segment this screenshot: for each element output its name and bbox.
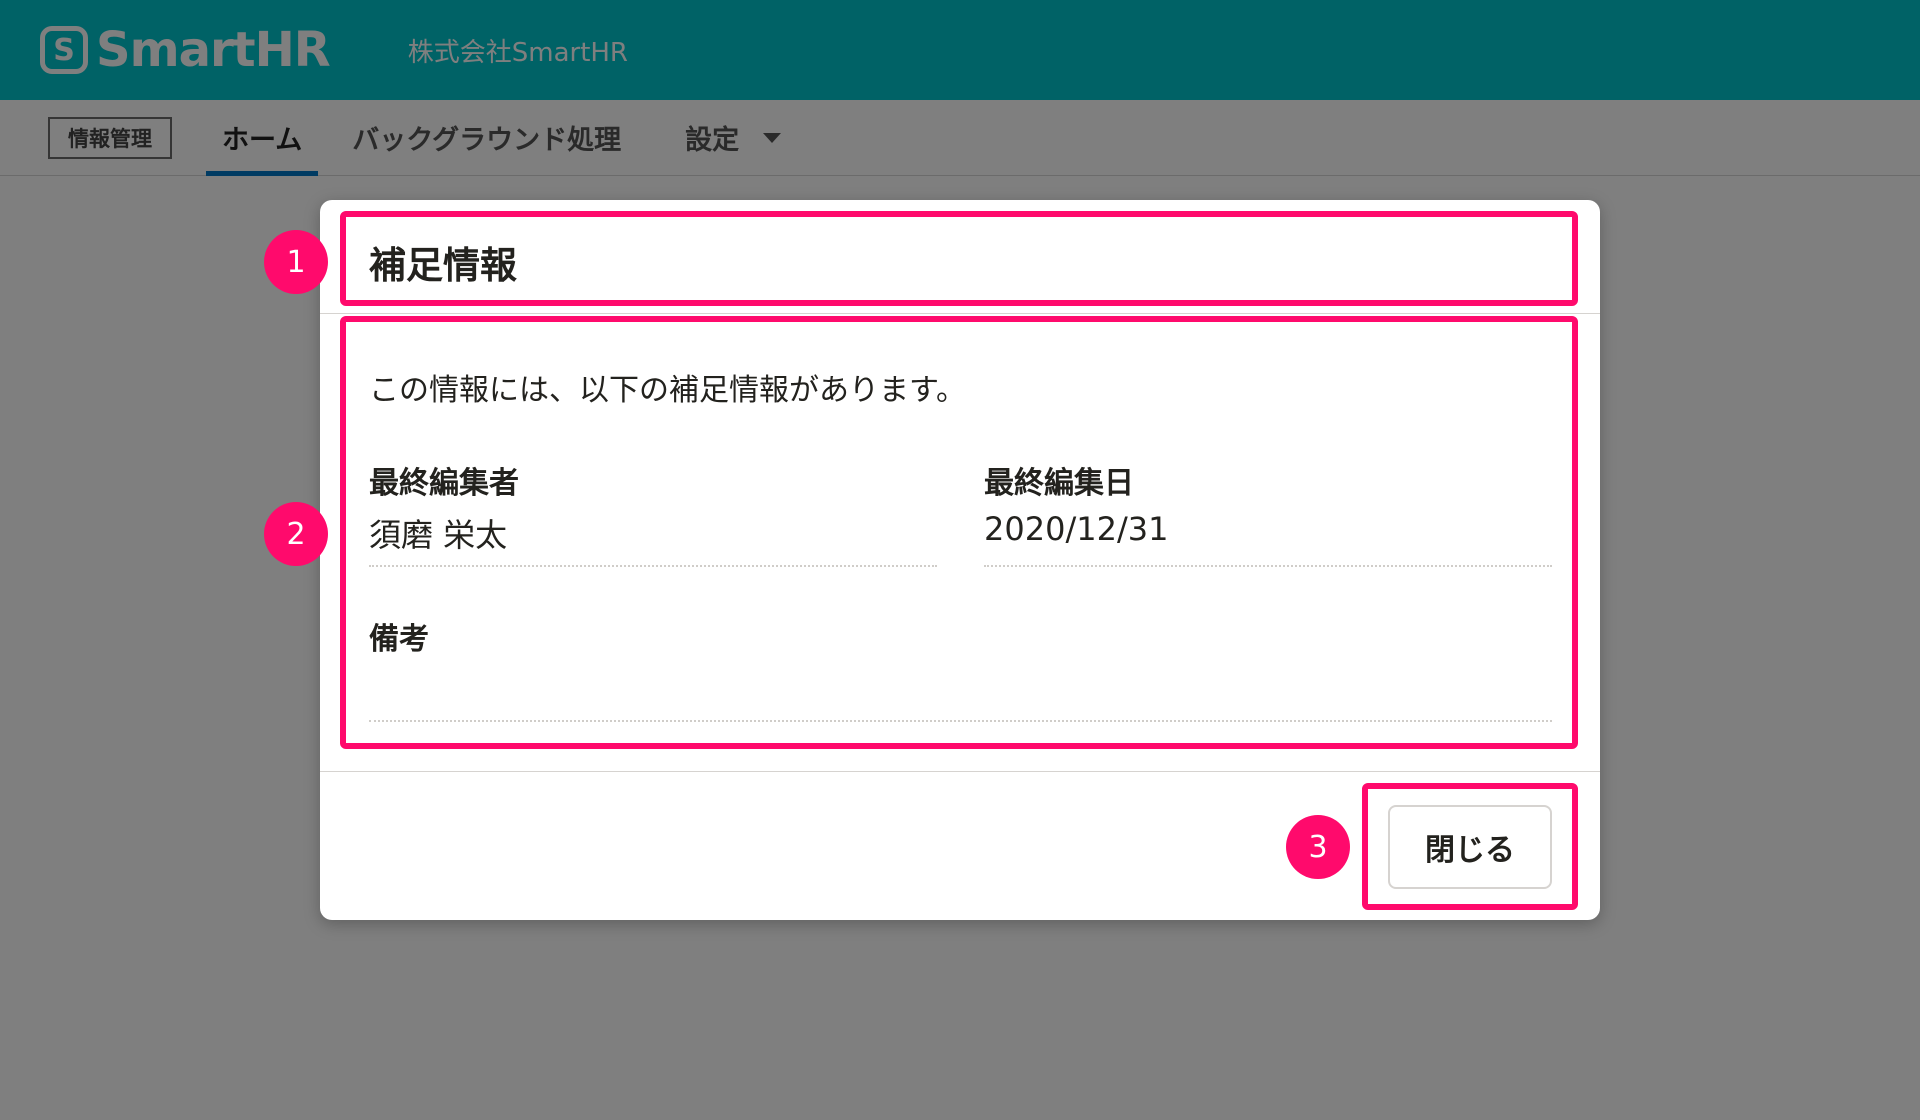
dialog-footer-divider: [320, 771, 1600, 772]
app-root: S SmartHR 株式会社SmartHR 情報管理 ホーム バックグラウンド処…: [0, 0, 1920, 1120]
annotation-number: 2: [264, 502, 328, 566]
annotation-box-title: [340, 211, 1578, 306]
dialog-header-divider: [320, 313, 1600, 314]
annotation-box-content: [340, 316, 1578, 749]
annotation-number: 3: [1286, 815, 1350, 879]
annotation-box-close-button: [1362, 783, 1578, 910]
annotation-number: 1: [264, 230, 328, 294]
